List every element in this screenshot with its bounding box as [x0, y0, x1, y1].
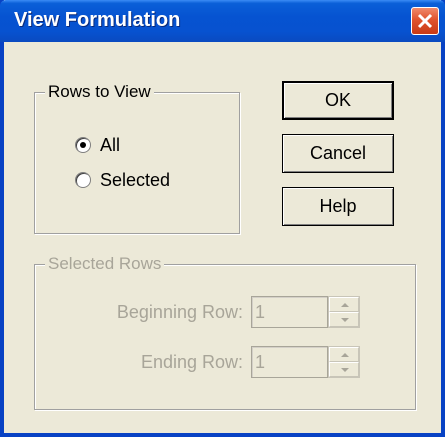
chevron-up-icon [341, 303, 349, 307]
radio-all-label[interactable]: All [100, 135, 120, 156]
radio-selected[interactable]: Selected [75, 168, 170, 192]
ok-button[interactable]: OK [282, 81, 394, 120]
ending-row-spin-down[interactable] [329, 362, 359, 377]
chevron-up-icon [341, 353, 349, 357]
close-button[interactable] [411, 7, 439, 35]
selected-rows-group: Selected Rows Beginning Row: 1 Ending Ro… [34, 254, 416, 410]
rows-to-view-legend: Rows to View [45, 82, 154, 102]
beginning-row-input[interactable]: 1 [251, 296, 328, 328]
rows-to-view-group: Rows to View All Selected [34, 82, 240, 234]
cancel-button[interactable]: Cancel [282, 134, 394, 173]
window-title: View Formulation [14, 9, 181, 31]
beginning-row-spin-down[interactable] [329, 312, 359, 327]
title-bar[interactable]: View Formulation [0, 0, 445, 42]
beginning-row-spinner[interactable] [328, 296, 360, 328]
beginning-row-label: Beginning Row: [116, 302, 243, 322]
dialog-window: View Formulation Rows to View All Select… [0, 0, 445, 437]
radio-selected-label[interactable]: Selected [100, 170, 170, 191]
chevron-down-icon [341, 318, 349, 322]
ending-row-spinner[interactable] [328, 346, 360, 378]
radio-selected-indicator[interactable] [75, 172, 91, 188]
ending-row-label: Ending Row: [140, 352, 243, 372]
help-button[interactable]: Help [282, 187, 394, 226]
radio-all-indicator[interactable] [75, 137, 91, 153]
radio-all[interactable]: All [75, 133, 120, 157]
selected-rows-legend: Selected Rows [45, 254, 165, 274]
ending-row-spin-up[interactable] [329, 347, 359, 362]
ending-row-input[interactable]: 1 [251, 346, 328, 378]
radio-selected-dot [80, 142, 86, 148]
beginning-row-spin-up[interactable] [329, 297, 359, 312]
close-icon [417, 13, 433, 29]
chevron-down-icon [341, 368, 349, 372]
